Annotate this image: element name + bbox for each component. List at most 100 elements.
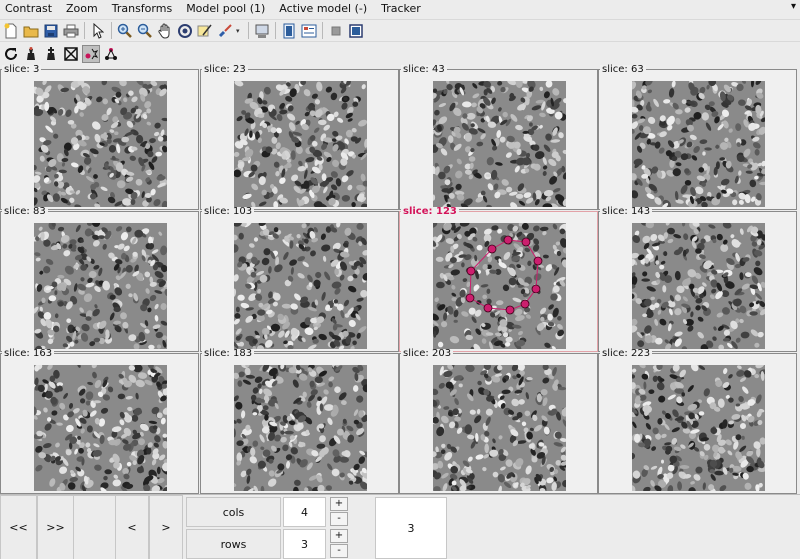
slice-view[interactable]: slice: 83	[0, 207, 199, 352]
slice-view[interactable]: slice: 63	[598, 65, 797, 210]
rows-increment-button[interactable]: +	[330, 529, 348, 543]
menu-tracker[interactable]: Tracker	[374, 0, 428, 18]
slice-view[interactable]: slice: 23	[200, 65, 399, 210]
next-button[interactable]: >	[149, 495, 183, 559]
slice-label: slice: 63	[600, 64, 646, 75]
chess-piece-icon[interactable]	[22, 45, 40, 63]
slice-texture	[234, 81, 367, 207]
model-point[interactable]	[466, 266, 476, 276]
menu-zoom[interactable]: Zoom	[59, 0, 105, 18]
model-point[interactable]	[521, 237, 531, 247]
slice-view[interactable]: slice: 3	[0, 65, 199, 210]
slice-texture	[34, 223, 167, 349]
toolbar-separator	[275, 22, 276, 39]
slice-grid: slice: 3 slice: 23 slice: 43 slice: 63 slice…	[0, 65, 800, 494]
slice-texture	[234, 365, 367, 491]
rows-input[interactable]: 3	[283, 529, 326, 559]
menu-transforms[interactable]: Transforms	[105, 0, 179, 18]
slice-label: slice: 183	[202, 348, 255, 359]
window-icon[interactable]	[347, 22, 365, 40]
slice-texture	[234, 223, 367, 349]
menu-model-pool[interactable]: Model pool (1)	[179, 0, 272, 18]
refresh-icon[interactable]	[2, 45, 20, 63]
zoom-out-icon[interactable]	[136, 22, 154, 40]
cols-decrement-button[interactable]: -	[330, 512, 348, 526]
annotate-icon[interactable]	[196, 22, 214, 40]
tomogram-slice-image[interactable]	[234, 365, 367, 491]
model-point[interactable]	[531, 284, 541, 294]
zoom-in-icon[interactable]	[116, 22, 134, 40]
slice-label: slice: 163	[2, 348, 55, 359]
model-point[interactable]	[503, 235, 513, 245]
cols-input[interactable]: 4	[283, 497, 326, 527]
save-icon[interactable]	[42, 22, 60, 40]
slice-texture	[632, 365, 765, 491]
list-icon[interactable]	[300, 22, 318, 40]
slice-texture	[632, 223, 765, 349]
first-page-button[interactable]: <<	[0, 495, 37, 559]
model-contour[interactable]	[433, 223, 566, 349]
contour-line	[469, 239, 539, 311]
rows-decrement-button[interactable]: -	[330, 544, 348, 558]
tomogram-slice-image[interactable]	[34, 223, 167, 349]
menu-active-model[interactable]: Active model (-)	[272, 0, 374, 18]
slice-label: slice: 23	[202, 64, 248, 75]
tomogram-slice-image[interactable]	[632, 81, 765, 207]
tomogram-slice-image[interactable]	[34, 365, 167, 491]
slice-view[interactable]: slice: 163	[0, 349, 199, 494]
tomogram-slice-image[interactable]	[433, 81, 566, 207]
model-point[interactable]	[487, 244, 497, 254]
slice-step-readout: 3	[375, 497, 447, 559]
dropdown-icon[interactable]: ▾	[236, 27, 242, 35]
menu-contrast[interactable]: Contrast	[0, 0, 59, 18]
panel-icon[interactable]	[280, 22, 298, 40]
model-point[interactable]	[505, 305, 515, 315]
slice-view[interactable]: slice: 183	[200, 349, 399, 494]
triangle-down-icon[interactable]: ▾	[791, 1, 796, 12]
cols-label: cols	[186, 497, 281, 527]
tomogram-slice-image[interactable]	[34, 81, 167, 207]
points-icon[interactable]	[82, 44, 100, 63]
slice-label: slice: 123	[401, 206, 459, 217]
screenshot-icon[interactable]	[253, 22, 271, 40]
rotate-icon[interactable]	[176, 22, 194, 40]
tracker-toolbar	[0, 43, 800, 64]
paint-brush-icon[interactable]	[216, 22, 234, 40]
slice-view[interactable]: slice: 43	[399, 65, 598, 210]
previous-button[interactable]: <	[115, 495, 149, 559]
slice-label: slice: 143	[600, 206, 653, 217]
open-folder-icon[interactable]	[22, 22, 40, 40]
tomogram-slice-image[interactable]	[234, 223, 367, 349]
cols-increment-button[interactable]: +	[330, 497, 348, 511]
tomogram-slice-image[interactable]	[234, 81, 367, 207]
tomogram-slice-image[interactable]	[433, 365, 566, 491]
slice-view[interactable]: slice: 103	[200, 207, 399, 352]
menu-bar: Contrast Zoom Transforms Model pool (1) …	[0, 0, 800, 18]
slice-label: slice: 83	[2, 206, 48, 217]
model-point[interactable]	[465, 293, 475, 303]
stop-icon[interactable]	[327, 22, 345, 40]
slice-label: slice: 223	[600, 348, 653, 359]
chess-king-icon[interactable]	[42, 45, 60, 63]
pan-hand-icon[interactable]	[156, 22, 174, 40]
slice-texture	[433, 365, 566, 491]
control-panel: << >> < > cols 4 + - rows 3 + - 3	[0, 494, 800, 559]
slice-label: slice: 103	[202, 206, 255, 217]
tomogram-slice-image[interactable]	[632, 223, 765, 349]
model-point[interactable]	[533, 256, 543, 266]
print-icon[interactable]	[62, 22, 80, 40]
main-toolbar: ▾	[0, 19, 800, 42]
new-file-icon[interactable]	[2, 22, 20, 40]
network-icon[interactable]	[102, 45, 120, 63]
slice-view[interactable]: slice: 143	[598, 207, 797, 352]
slice-view[interactable]: slice: 203	[399, 349, 598, 494]
model-point[interactable]	[520, 299, 530, 309]
slice-view[interactable]: slice: 223	[598, 349, 797, 494]
crosshair-icon[interactable]	[62, 45, 80, 63]
pointer-arrow-icon[interactable]	[89, 22, 107, 40]
slice-view[interactable]: slice: 123	[399, 207, 598, 352]
tomogram-slice-image[interactable]	[433, 223, 566, 349]
model-point[interactable]	[483, 303, 493, 313]
tomogram-slice-image[interactable]	[632, 365, 765, 491]
last-page-button[interactable]: >>	[37, 495, 74, 559]
